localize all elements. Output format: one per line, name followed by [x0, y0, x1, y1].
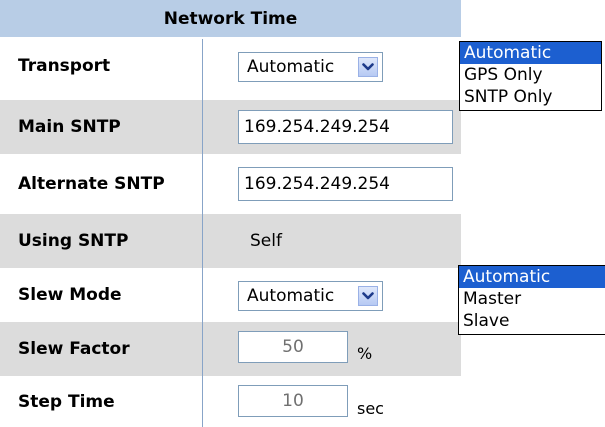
transport-select[interactable]: Automatic [238, 52, 383, 82]
slew-mode-options-list[interactable]: Automatic Master Slave [458, 265, 605, 335]
main-sntp-label: Main SNTP [18, 117, 121, 137]
network-time-panel: Network Time Transport Automatic Main SN… [0, 0, 461, 427]
step-time-label: Step Time [18, 392, 115, 412]
alternate-sntp-input[interactable]: 169.254.249.254 [238, 167, 453, 201]
slew-mode-option-master[interactable]: Master [459, 288, 605, 310]
slew-factor-label: Slew Factor [18, 339, 130, 359]
chevron-down-icon[interactable] [358, 286, 378, 306]
transport-select-value: Automatic [247, 57, 335, 77]
column-divider [202, 39, 203, 427]
row-slew-mode: Slew Mode [0, 268, 461, 322]
transport-option-gps-only[interactable]: GPS Only [460, 64, 601, 86]
row-slew-factor: Slew Factor [0, 322, 461, 376]
slew-mode-option-slave[interactable]: Slave [459, 310, 605, 332]
using-sntp-value: Self [250, 231, 282, 251]
transport-label: Transport [18, 56, 111, 76]
alternate-sntp-label: Alternate SNTP [18, 174, 165, 194]
transport-options-list[interactable]: Automatic GPS Only SNTP Only [459, 41, 602, 111]
row-transport: Transport [0, 39, 461, 93]
transport-option-automatic[interactable]: Automatic [460, 42, 601, 64]
step-time-input[interactable]: 10 [238, 385, 348, 417]
slew-mode-label: Slew Mode [18, 285, 122, 305]
chevron-down-icon[interactable] [358, 57, 378, 77]
slew-mode-select[interactable]: Automatic [238, 281, 383, 311]
row-using-sntp: Using SNTP Self [0, 214, 461, 268]
slew-factor-unit: % [357, 344, 373, 363]
panel-title: Network Time [0, 0, 461, 39]
row-step-time: Step Time [0, 377, 461, 427]
main-sntp-input[interactable]: 169.254.249.254 [238, 110, 453, 144]
transport-option-sntp-only[interactable]: SNTP Only [460, 86, 601, 108]
using-sntp-label: Using SNTP [18, 231, 129, 251]
step-time-unit: sec [357, 399, 384, 418]
slew-mode-option-automatic[interactable]: Automatic [459, 266, 605, 288]
slew-factor-input[interactable]: 50 [238, 331, 348, 363]
slew-mode-select-value: Automatic [247, 286, 335, 306]
